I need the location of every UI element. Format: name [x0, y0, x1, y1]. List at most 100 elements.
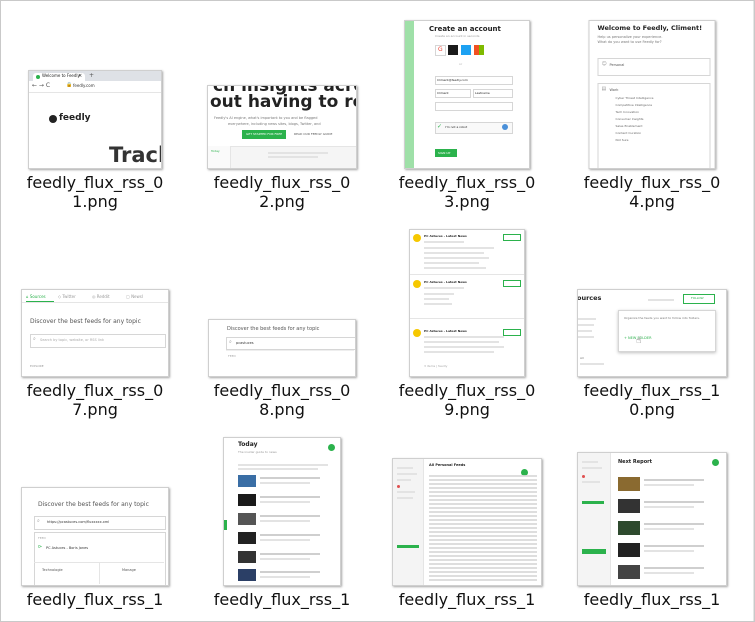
sidebar-active-item[interactable]: [582, 501, 604, 504]
file-item[interactable]: Discover the best feeds for any topic ⌕ …: [207, 229, 357, 419]
personal-label: Personal: [609, 63, 625, 67]
recaptcha-icon: [502, 124, 508, 130]
thumbnail-feed-preview: PC Astuces - Latest News PC Astuces - La…: [409, 229, 525, 377]
vertical-scrollbar[interactable]: [753, 1, 754, 621]
feed-hint: FEED: [228, 354, 236, 358]
briefcase-icon: ▤: [601, 86, 607, 92]
file-name: feedly_flux_rss_0 1.png: [26, 173, 164, 211]
file-browser-pane: Welcome to Feedly × + ← → C 🔒 feedly.com…: [0, 0, 755, 622]
article-image: [238, 551, 256, 563]
work-choice[interactable]: Sales Enablement: [616, 124, 643, 128]
file-name: feedly_flux_rss_0 7.png: [26, 381, 164, 419]
file-item[interactable]: Discover the best feeds for any topic ⌕ …: [20, 438, 170, 609]
folder-popup-text: Organize the feeds you want to follow in…: [624, 316, 700, 320]
file-item[interactable]: Welcome to Feedly, Climent! Help us pers…: [577, 20, 727, 211]
first-name-value: Climent: [437, 91, 449, 95]
work-choice[interactable]: Not Sure: [616, 138, 629, 142]
thumbnail-discover-sources: ⌂ Sources ◇ Twitter ◎ Reddit ▢ Newsl Dis…: [21, 289, 169, 377]
file-name: feedly_flux_rss_1: [26, 590, 164, 609]
manage-button[interactable]: Manage: [122, 568, 136, 572]
work-choice[interactable]: Cyber Threat Intelligence: [616, 96, 654, 100]
add-icon[interactable]: [712, 459, 719, 466]
category-button[interactable]: Technologie: [42, 568, 63, 572]
results-panel: [34, 532, 166, 585]
newsletters-tab[interactable]: ▢ Newsl: [126, 294, 143, 299]
guide-link[interactable]: READ OUR FEEDLY GUIDE: [294, 132, 332, 136]
file-name: feedly_flux_rss_1: [213, 590, 351, 609]
thumbnail-welcome-personalize: Welcome to Feedly, Climent! Help us pers…: [588, 20, 716, 169]
file-item[interactable]: ⌂ Sources ◇ Twitter ◎ Reddit ▢ Newsl Dis…: [20, 229, 170, 419]
or-divider: or: [459, 62, 463, 66]
file-item[interactable]: PC Astuces - Latest News PC Astuces - La…: [392, 229, 542, 419]
captcha-label: I'm not a robot: [445, 125, 468, 129]
thumbnail-create-account: Create an account Create an account in s…: [404, 20, 530, 169]
google-signin-icon[interactable]: G: [435, 45, 446, 56]
article-image: [618, 565, 640, 579]
article-image: [618, 499, 640, 513]
feed-meta: 3 items | feedly: [424, 364, 448, 368]
email-value: Climent@feedly.com: [437, 78, 468, 82]
feed-favicon-icon: [413, 329, 421, 337]
last-name-value: Lastname: [475, 91, 490, 95]
sidebar-button[interactable]: [582, 549, 606, 554]
sign-up-label: SIGN UP: [438, 151, 451, 155]
discover-heading: Discover the best feeds for any topic: [227, 326, 320, 332]
article-image: [618, 521, 640, 535]
follow-button[interactable]: [503, 329, 521, 336]
feedly-sidebar-strip: [224, 520, 227, 530]
file-name: feedly_flux_rss_0 4.png: [583, 173, 721, 211]
file-name: feedly_flux_rss_0 9.png: [398, 381, 536, 419]
sources-title: ources: [577, 294, 602, 302]
search-icon: ⌕: [37, 518, 40, 524]
article-image: [618, 477, 640, 491]
file-item[interactable]: ch insights across out having to read e …: [207, 21, 357, 211]
file-item[interactable]: Create an account Create an account in s…: [392, 20, 542, 211]
sidebar-dot-icon: [582, 475, 585, 478]
file-item[interactable]: Next Report feedly_flux_rss_1: [577, 438, 727, 609]
work-choice[interactable]: Content Curation: [616, 131, 642, 135]
lock-icon: 🔒: [66, 82, 73, 88]
reddit-tab[interactable]: ◎ Reddit: [92, 294, 110, 299]
file-name: feedly_flux_rss_1: [583, 590, 721, 609]
apple-signin-icon[interactable]: [448, 45, 458, 55]
file-item[interactable]: Today The insider guide to news feedly_f…: [207, 437, 357, 609]
microsoft-signin-icon[interactable]: [474, 45, 484, 55]
checkmark-icon: ✓: [437, 123, 443, 130]
feed-title: PC Astuces - Latest News: [424, 234, 467, 238]
new-tab-icon: +: [89, 72, 95, 79]
add-icon[interactable]: [328, 444, 335, 451]
all-label: All: [580, 356, 584, 360]
work-choice[interactable]: Consumer Insights: [616, 117, 644, 121]
explore-label: EXPLORE: [30, 364, 44, 368]
thumbnail-next-report: Next Report: [577, 452, 727, 586]
follow-button[interactable]: [503, 280, 521, 287]
search-icon: ⌕: [33, 336, 36, 342]
today-label: Today: [211, 149, 220, 153]
twitter-tab[interactable]: ◇ Twitter: [58, 294, 76, 299]
feedly-logo-text: feedly: [59, 113, 91, 123]
thumbnail-feedly-welcome: Welcome to Feedly × + ← → C 🔒 feedly.com…: [28, 70, 162, 169]
sources-tab[interactable]: ⌂ Sources: [26, 294, 46, 299]
file-item[interactable]: ources FOLLOW Organize the feeds you wan…: [577, 229, 727, 419]
cursor-icon: ☝: [636, 336, 642, 346]
feed-result[interactable]: PC Astuces - Boris Jones: [46, 546, 88, 550]
personal-option[interactable]: [597, 58, 711, 76]
work-choice[interactable]: Tech Innovation: [616, 110, 640, 114]
search-placeholder: Search by topic, website, or RSS link: [40, 338, 105, 342]
file-name: feedly_flux_rss_1 0.png: [583, 381, 721, 419]
file-item[interactable]: All Personal Feeds feedly_flux_rss_1: [392, 438, 542, 609]
create-account-title: Create an account: [429, 25, 501, 33]
follow-button[interactable]: [503, 234, 521, 241]
twitter-signin-icon[interactable]: [461, 45, 471, 55]
article-image: [238, 532, 256, 544]
feed-label: FEED: [38, 536, 46, 540]
article-image: [238, 513, 256, 525]
work-option[interactable]: [597, 83, 711, 168]
get-started-label: GET STARTED FOR FREE: [246, 132, 283, 136]
rss-icon: ⊳: [38, 544, 43, 550]
search-query: pcastuces: [236, 341, 254, 345]
work-choice[interactable]: Competitive Intelligence: [616, 103, 653, 107]
password-field[interactable]: [435, 102, 513, 111]
sidebar-active-item[interactable]: [397, 545, 419, 548]
file-item[interactable]: Welcome to Feedly × + ← → C 🔒 feedly.com…: [20, 21, 170, 211]
